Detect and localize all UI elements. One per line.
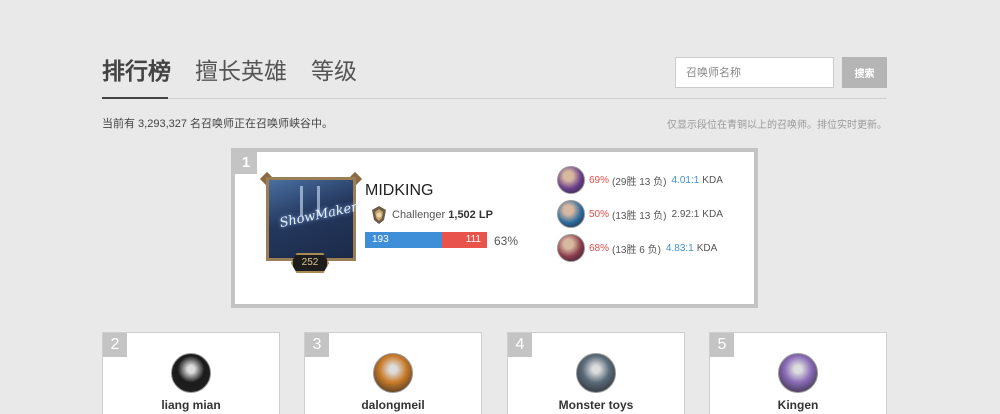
- profile-portrait[interactable]: ShowMaker 252: [259, 171, 363, 273]
- rank-badge: 4: [508, 333, 532, 357]
- champion-record: (29胜 13 负): [612, 176, 667, 188]
- win-rate: 63%: [494, 234, 519, 248]
- rank-badge: 1: [235, 152, 257, 174]
- champion-kda: 4.83:1: [665, 242, 694, 254]
- wins-segment: 193: [365, 232, 442, 248]
- champion-stat-row[interactable]: 69% (29胜 13 负) 4.01:1 KDA: [557, 166, 723, 194]
- active-tab-indicator: [102, 97, 168, 99]
- champion-stat-row[interactable]: 68% (13胜 6 负) 4.83:1 KDA: [557, 234, 717, 262]
- leaderboard-card[interactable]: 3 dalongmeil: [304, 332, 482, 414]
- player-name[interactable]: Monster toys: [508, 398, 684, 412]
- challenger-tier-icon: [372, 206, 386, 224]
- player-count-text: 当前有 3,293,327 名召唤师正在召唤师峡谷中。: [102, 118, 334, 130]
- pyramid-icon[interactable]: [373, 353, 413, 393]
- rank-badge: 3: [305, 333, 329, 357]
- profile-icon-image: ShowMaker: [266, 177, 359, 261]
- tab-level[interactable]: 等级: [311, 56, 357, 86]
- ranking-note: 仅显示段位在青铜以上的召唤师。排位实时更新。: [667, 120, 887, 131]
- monster-icon[interactable]: [576, 353, 616, 393]
- champion-win-rate: 69%: [589, 174, 610, 186]
- rank-badge: 2: [103, 333, 127, 357]
- champion-record: (13胜 6 负): [612, 244, 661, 256]
- league-points: 1,502 LP: [448, 209, 493, 221]
- kda-label: KDA: [702, 208, 723, 220]
- champion-record: (13胜 13 负): [612, 210, 667, 222]
- featured-player-card[interactable]: 1 ShowMaker 252 MIDKING Challenger 1,502…: [231, 148, 758, 308]
- champion-portrait-icon[interactable]: [557, 200, 585, 228]
- search-button[interactable]: 搜索: [842, 57, 887, 88]
- crystal-icon[interactable]: [778, 353, 818, 393]
- level-badge: 252: [291, 253, 329, 273]
- tab-bar: 排行榜 擅长英雄 等级: [102, 56, 357, 86]
- tab-top-champions[interactable]: 擅长英雄: [195, 56, 287, 86]
- helmet-icon[interactable]: [171, 353, 211, 393]
- header-divider: [102, 98, 887, 99]
- champion-kda: 2.92:1: [671, 208, 700, 220]
- leaderboard-card[interactable]: 5 Kingen: [709, 332, 887, 414]
- losses-segment: 111: [442, 232, 487, 248]
- summoner-search-input[interactable]: [675, 57, 834, 88]
- champion-win-rate: 68%: [589, 242, 610, 254]
- leaderboard-card[interactable]: 4 Monster toys: [507, 332, 685, 414]
- champion-stat-row[interactable]: 50% (13胜 13 负) 2.92:1 KDA: [557, 200, 723, 228]
- champion-win-rate: 50%: [589, 208, 610, 220]
- win-loss-bar: 193 111: [365, 232, 487, 248]
- player-name[interactable]: dalongmeil: [305, 398, 481, 412]
- player-name[interactable]: liang mian: [103, 398, 279, 412]
- champion-portrait-icon[interactable]: [557, 234, 585, 262]
- rank-badge: 5: [710, 333, 734, 357]
- kda-label: KDA: [696, 242, 718, 254]
- tier-name: Challenger: [392, 209, 446, 221]
- leaderboard-card[interactable]: 2 liang mian: [102, 332, 280, 414]
- player-name[interactable]: Kingen: [710, 398, 886, 412]
- champion-kda: 4.01:1: [671, 174, 700, 186]
- tier-info: Challenger 1,502 LP: [392, 209, 493, 221]
- champion-portrait-icon[interactable]: [557, 166, 585, 194]
- tab-leaderboard[interactable]: 排行榜: [102, 56, 171, 86]
- kda-label: KDA: [702, 174, 723, 186]
- player-name[interactable]: MIDKING: [365, 182, 433, 200]
